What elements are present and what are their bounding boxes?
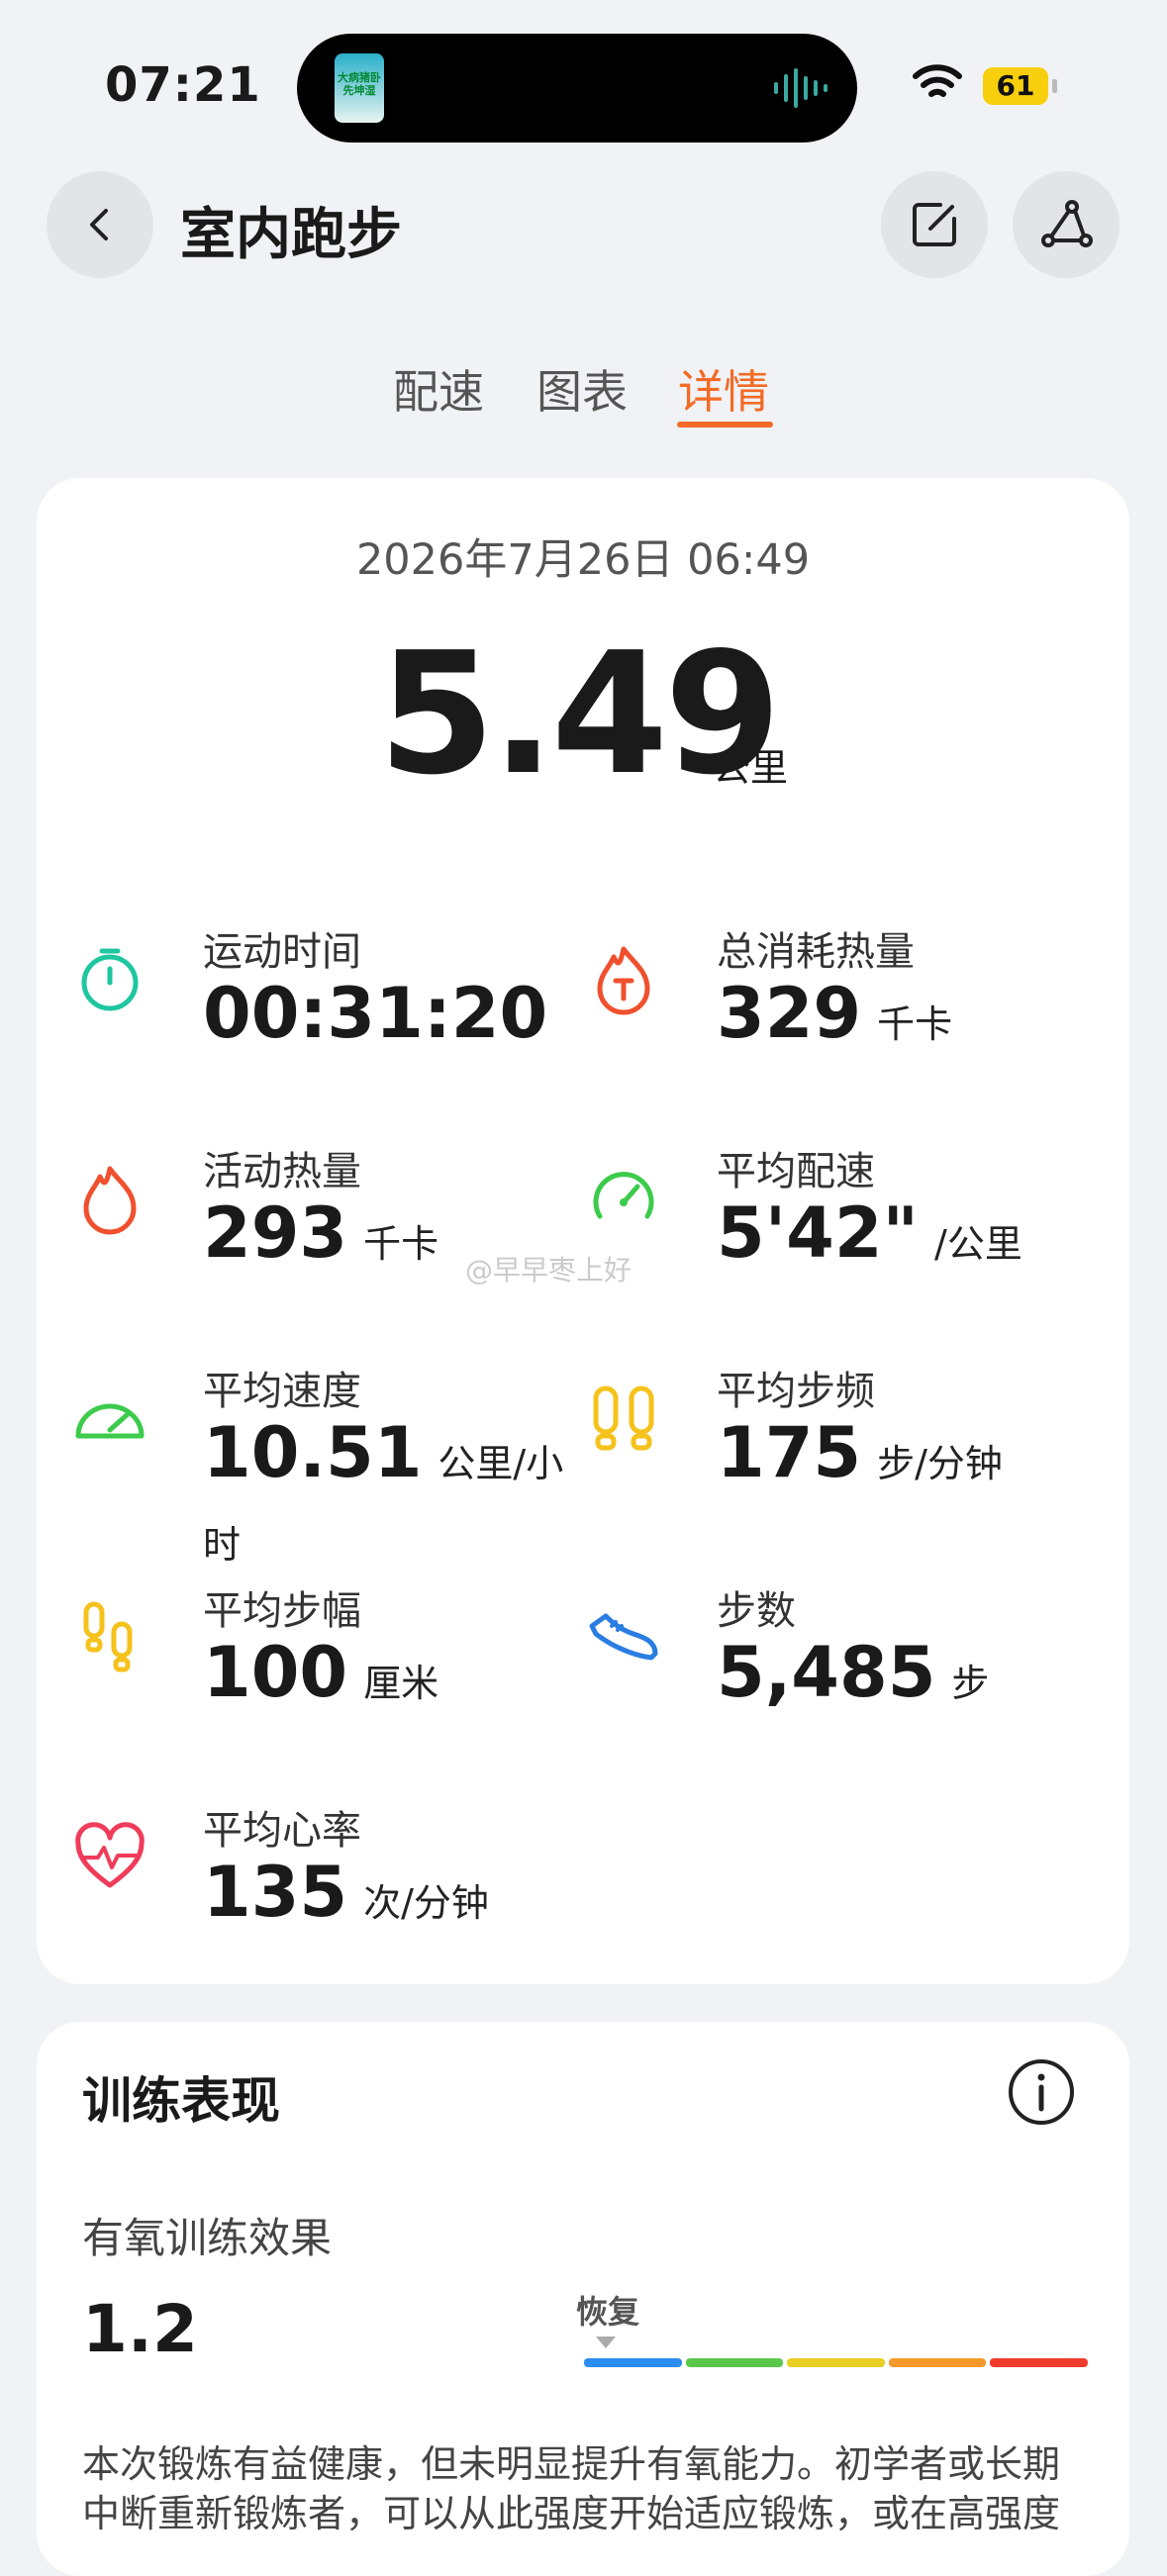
metric-label: 平均配速 (717, 1149, 875, 1194)
active-tab-indicator (677, 422, 773, 428)
tab-pace[interactable]: 配速 (393, 356, 484, 422)
edit-icon (913, 203, 956, 246)
metric-label: 平均步频 (717, 1369, 875, 1414)
metric-value: 00:31:20 (203, 973, 548, 1054)
battery-tip (1052, 79, 1057, 93)
workout-summary-card: 2026年7月26日 06:49 5.49 公里 运动时间 00:31:20 总… (37, 478, 1129, 1984)
metric-value: 329 千卡 (717, 973, 953, 1054)
metric-avg-speed: 平均速度 10.51 公里/小时 (72, 1359, 587, 1567)
metric-value: 5'42"/公里 (717, 1193, 1022, 1274)
edit-button[interactable] (881, 171, 988, 278)
metric-avg-stride: 平均步幅 100 厘米 (72, 1578, 587, 1747)
level-scale-bar (584, 2358, 1088, 2367)
status-time: 07:21 (105, 57, 261, 113)
wifi-icon (913, 64, 962, 97)
metric-unit: 厘米 (363, 1662, 439, 1705)
metric-unit: /公里 (934, 1222, 1022, 1266)
flame-icon (83, 1166, 137, 1235)
metric-label: 步数 (717, 1588, 796, 1634)
back-button[interactable] (47, 171, 153, 278)
metric-label: 平均心率 (203, 1808, 361, 1854)
metric-unit: 千卡 (877, 1002, 953, 1046)
stride-icon (83, 1601, 133, 1672)
metric-unit: 次/分钟 (363, 1881, 489, 1925)
level-segment (685, 2358, 784, 2367)
metric-steps: 步数 5,485 步 (586, 1578, 1101, 1747)
tab-detail[interactable]: 详情 (678, 356, 769, 422)
heart-rate-icon (75, 1822, 145, 1888)
level-marker-icon (596, 2337, 616, 2348)
metric-label: 运动时间 (203, 929, 361, 975)
battery-indicator: 61 (983, 67, 1048, 105)
metric-value: 293 千卡 (203, 1193, 439, 1274)
metric-value: 10.51 公里/小时 (203, 1412, 564, 1567)
section-title: 训练表现 (82, 2072, 280, 2130)
route-button[interactable] (1013, 171, 1119, 278)
metric-value: 135 次/分钟 (203, 1852, 489, 1933)
info-icon[interactable] (1007, 2057, 1076, 2127)
shoe-icon (589, 1613, 658, 1661)
chevron-left-icon (90, 209, 108, 240)
metric-label: 总消耗热量 (717, 929, 915, 975)
footprints-icon (593, 1385, 654, 1451)
distance-unit: 公里 (713, 746, 789, 790)
audio-wave-icon (774, 68, 827, 108)
watermark: @早早枣上好 (465, 1254, 632, 1287)
metric-avg-pace: 平均配速 5'42"/公里 (586, 1139, 1101, 1307)
metric-avg-heart-rate: 平均心率 135 次/分钟 (72, 1798, 587, 1966)
pace-gauge-icon (593, 1172, 654, 1219)
training-performance-card: 训练表现 有氧训练效果 1.2 恢复 本次锻炼有益健康，但未明显提升有氧能力。初… (37, 2022, 1129, 2576)
metric-duration: 运动时间 00:31:20 (72, 919, 587, 1088)
metric-label: 平均步幅 (203, 1588, 361, 1634)
metric-unit: 步/分钟 (877, 1442, 1003, 1485)
level-segment (990, 2358, 1088, 2367)
metric-label: 活动热量 (203, 1149, 361, 1194)
level-label: 恢复 (576, 2293, 640, 2331)
aerobic-effect-description: 本次锻炼有益健康，但未明显提升有氧能力。初学者或长期中断重新锻炼者，可以从此强度… (82, 2442, 1061, 2535)
route-icon (1041, 200, 1093, 247)
level-segment (787, 2358, 885, 2367)
media-thumbnail: 大病猪卧先坤湿 (335, 53, 384, 123)
workout-datetime: 2026年7月26日 06:49 (355, 535, 811, 585)
metric-unit: 千卡 (363, 1222, 439, 1266)
metric-avg-cadence: 平均步频 175 步/分钟 (586, 1359, 1101, 1527)
metric-total-calories: 总消耗热量 329 千卡 (586, 919, 1101, 1088)
aerobic-effect-label: 有氧训练效果 (82, 2214, 333, 2262)
level-segment (584, 2358, 682, 2367)
page-title: 室内跑步 (180, 203, 402, 267)
speedometer-icon (75, 1403, 145, 1439)
total-calorie-icon (597, 946, 650, 1015)
dynamic-island[interactable]: 大病猪卧先坤湿 (297, 34, 857, 143)
aerobic-effect-value: 1.2 (82, 2291, 198, 2367)
level-segment (888, 2358, 987, 2367)
stopwatch-icon (81, 948, 139, 1011)
metric-unit: 步 (951, 1662, 990, 1705)
metric-label: 平均速度 (203, 1369, 361, 1414)
metric-value: 175 步/分钟 (717, 1412, 1003, 1493)
metric-value: 5,485 步 (717, 1632, 990, 1713)
tab-chart[interactable]: 图表 (536, 356, 628, 422)
metric-value: 100 厘米 (203, 1632, 439, 1713)
